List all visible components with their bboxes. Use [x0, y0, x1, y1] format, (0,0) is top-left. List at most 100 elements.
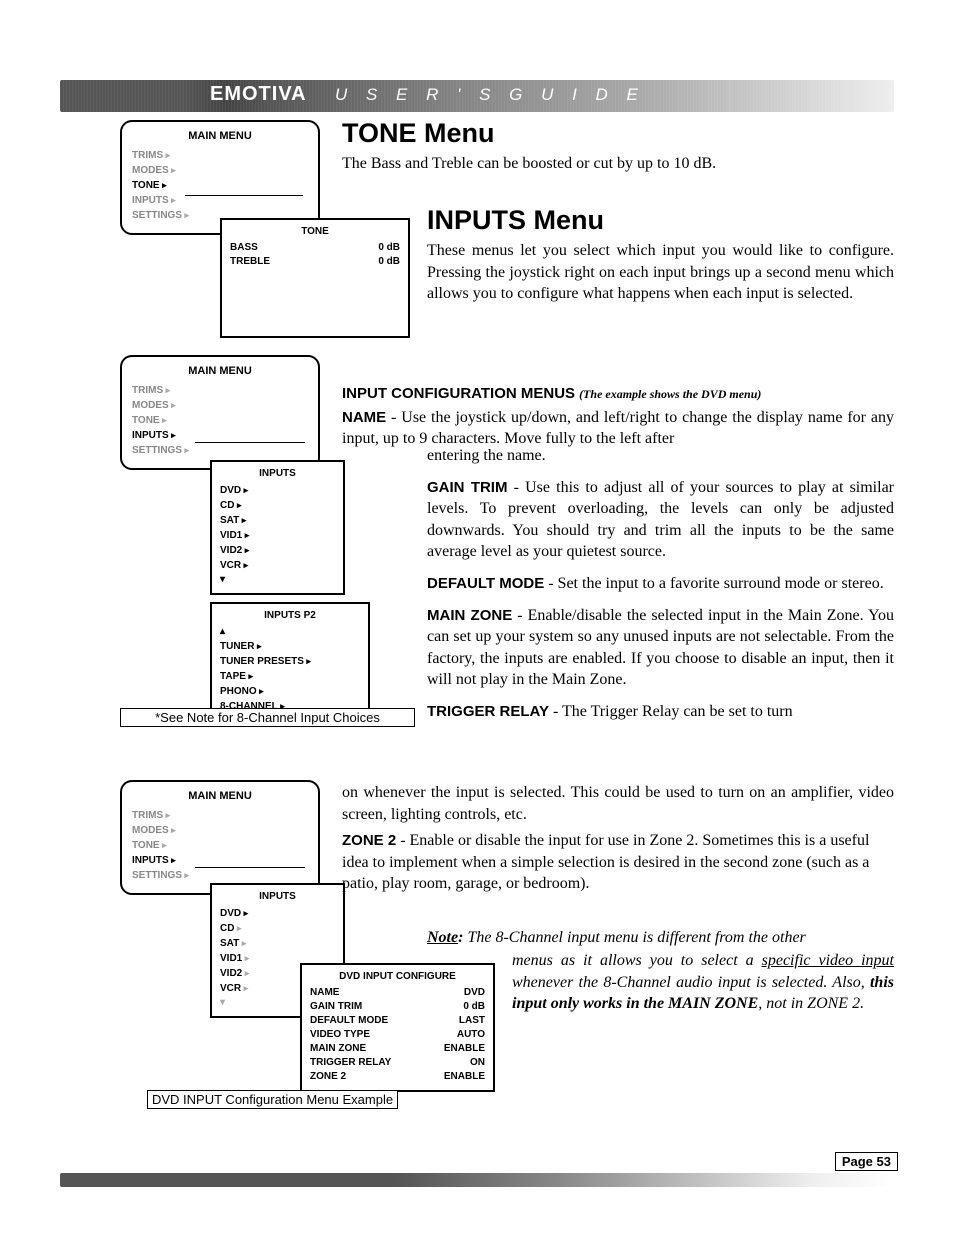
- menu-item-trims-2: TRIMS: [132, 383, 170, 398]
- connector-line-3: [195, 867, 305, 868]
- note-body-2c: whenever the 8-Channel audio input is se…: [512, 974, 870, 991]
- input-sat: SAT: [220, 513, 246, 528]
- input-vid2-3: VID2: [220, 966, 249, 981]
- inputs-p2-submenu: INPUTS P2 ▴ TUNER TUNER PRESETS TAPE PHO…: [210, 602, 370, 722]
- inputs-submenu-title: INPUTS: [220, 468, 335, 479]
- zone2-label: ZONE 2: [342, 832, 396, 849]
- default-para: DEFAULT MODE - Set the input to a favori…: [427, 573, 894, 595]
- trigger-label: TRIGGER RELAY: [427, 703, 549, 720]
- menu-item-settings-3: SETTINGS: [132, 868, 189, 883]
- menu-item-modes: MODES: [132, 163, 176, 178]
- cfg-video-label: VIDEO TYPE: [310, 1028, 370, 1042]
- note-body-1: The 8-Channel input menu is different fr…: [463, 929, 805, 946]
- note-body-2a: menus as it allows you to select a: [512, 952, 762, 969]
- note-8channel: *See Note for 8-Channel Input Choices: [120, 708, 415, 727]
- inputs-heading: INPUTS Menu: [427, 205, 894, 236]
- input-dvd-3: DVD: [220, 906, 248, 921]
- cfg-trigger-value: ON: [470, 1056, 485, 1070]
- input-phono: PHONO: [220, 684, 264, 699]
- cfg-default-label: DEFAULT MODE: [310, 1014, 388, 1028]
- up-arrow-icon: ▴: [220, 625, 225, 639]
- note-body-4: , not in ZONE 2.: [758, 995, 864, 1012]
- main-menu-screen-2: MAIN MENU TRIMS MODES TONE INPUTS SETTIN…: [120, 355, 320, 470]
- config-heading-row: INPUT CONFIGURATION MENUS (The example s…: [342, 383, 894, 405]
- default-body: - Set the input to a favorite surround m…: [544, 575, 883, 592]
- header-subtitle: U S E R ' S G U I D E: [335, 85, 645, 105]
- zone2-heading-line: ZONE 2 - Enable or disable the input for…: [342, 830, 894, 895]
- trigger-para-top: TRIGGER RELAY - The Trigger Relay can be…: [427, 701, 894, 723]
- connector-line-2: [195, 442, 305, 443]
- config-heading-note: (The example shows the DVD menu): [579, 387, 761, 401]
- menu-item-inputs-3: INPUTS: [132, 853, 176, 868]
- note-body-2b: specific video input: [762, 952, 894, 969]
- manual-page: EMOTIVA U S E R ' S G U I D E MAIN MENU …: [0, 0, 954, 1235]
- cfg-trigger-label: TRIGGER RELAY: [310, 1056, 391, 1070]
- input-vcr: VCR: [220, 558, 248, 573]
- input-vid1: VID1: [220, 528, 249, 543]
- menu-item-tone: TONE: [132, 178, 167, 193]
- dvd-config-title: DVD INPUT CONFIGURE: [310, 971, 485, 982]
- name-body-1: - Use the joystick up/down, and left/rig…: [342, 409, 894, 448]
- cfg-zone2-value: ENABLE: [444, 1070, 485, 1084]
- cfg-video-value: AUTO: [457, 1028, 485, 1042]
- cfg-default-value: LAST: [459, 1014, 485, 1028]
- cfg-gain-value: 0 dB: [463, 1000, 485, 1014]
- default-label: DEFAULT MODE: [427, 575, 544, 592]
- cfg-mainzone-label: MAIN ZONE: [310, 1042, 366, 1056]
- config-heading: INPUT CONFIGURATION MENUS: [342, 385, 575, 402]
- menu-item-tone-2: TONE: [132, 413, 167, 428]
- main-menu-title-3: MAIN MENU: [132, 790, 308, 802]
- page-number: Page 53: [835, 1152, 898, 1171]
- inputs-submenu: INPUTS DVD CD SAT VID1 VID2 VCR ▾: [210, 460, 345, 595]
- name-label: NAME: [342, 409, 386, 426]
- note-line-1: Note: The 8-Channel input menu is differ…: [427, 927, 894, 949]
- menu-item-settings-2: SETTINGS: [132, 443, 189, 458]
- mainzone-label: MAIN ZONE: [427, 607, 512, 624]
- input-vid2: VID2: [220, 543, 249, 558]
- dvd-config-submenu: DVD INPUT CONFIGURE NAME DVD GAIN TRIM 0 d…: [300, 963, 495, 1092]
- gain-para: GAIN TRIM - Use this to adjust all of yo…: [427, 477, 894, 563]
- tone-heading: TONE Menu: [342, 118, 894, 149]
- input-dvd: DVD: [220, 483, 248, 498]
- cfg-name-label: NAME: [310, 986, 339, 1000]
- trigger-body-1: - The Trigger Relay can be set to turn: [549, 703, 793, 720]
- inputs-submenu-title-3: INPUTS: [220, 891, 335, 902]
- down-arrow-icon-3: ▾: [220, 996, 225, 1010]
- tone-submenu-title: TONE: [230, 226, 400, 237]
- dvd-caption: DVD INPUT Configuration Menu Example: [147, 1090, 398, 1109]
- menu-item-settings: SETTINGS: [132, 208, 189, 223]
- input-tape: TAPE: [220, 669, 253, 684]
- zone2-body-inline: - Enable or disable the input for use in…: [342, 832, 869, 892]
- menu-item-inputs: INPUTS: [132, 193, 176, 208]
- brand-logo: EMOTIVA: [210, 83, 307, 106]
- connector-line: [185, 195, 303, 196]
- main-menu-title: MAIN MENU: [132, 130, 308, 142]
- tone-submenu: TONE BASS0 dB TREBLE0 dB: [220, 218, 410, 338]
- tone-treble-value: 0 dB: [378, 255, 400, 269]
- menu-item-trims-3: TRIMS: [132, 808, 170, 823]
- menu-item-modes-3: MODES: [132, 823, 176, 838]
- input-vcr-3: VCR: [220, 981, 248, 996]
- input-tuner: TUNER: [220, 639, 261, 654]
- tone-body: The Bass and Treble can be boosted or cu…: [342, 153, 894, 175]
- inputs-body: These menus let you select which input y…: [427, 240, 894, 305]
- trigger-body-2: on whenever the input is selected. This …: [342, 782, 894, 825]
- tone-bass-label: BASS: [230, 241, 258, 255]
- note-body-rest: menus as it allows you to select a speci…: [512, 950, 894, 1015]
- menu-item-trims: TRIMS: [132, 148, 170, 163]
- cfg-zone2-label: ZONE 2: [310, 1070, 346, 1084]
- main-menu-screen-3: MAIN MENU TRIMS MODES TONE INPUTS SETTIN…: [120, 780, 320, 895]
- note-label: Note: [427, 929, 458, 946]
- menu-item-modes-2: MODES: [132, 398, 176, 413]
- mainzone-para: MAIN ZONE - Enable/disable the selected …: [427, 605, 894, 691]
- inputs-p2-title: INPUTS P2: [220, 610, 360, 621]
- menu-item-inputs-2: INPUTS: [132, 428, 176, 443]
- cfg-name-value: DVD: [464, 986, 485, 1000]
- input-cd-3: CD: [220, 921, 241, 936]
- down-arrow-icon: ▾: [220, 573, 225, 587]
- tone-treble-label: TREBLE: [230, 255, 270, 269]
- input-cd: CD: [220, 498, 241, 513]
- name-para-top: NAME - Use the joystick up/down, and lef…: [342, 407, 894, 450]
- cfg-gain-label: GAIN TRIM: [310, 1000, 362, 1014]
- input-sat-3: SAT: [220, 936, 246, 951]
